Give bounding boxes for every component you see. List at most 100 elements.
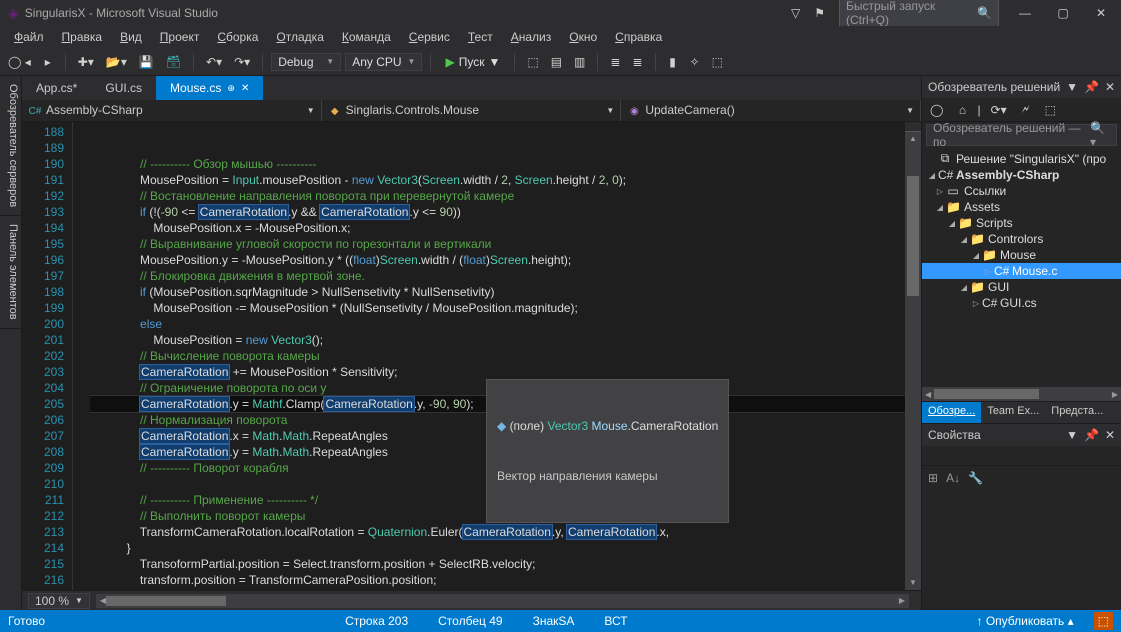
menu-Сборка[interactable]: Сборка — [209, 27, 266, 47]
nav-class[interactable]: ◆Singlaris.Controls.Mouse▼ — [322, 100, 622, 121]
tb-icon-3[interactable]: ▥ — [570, 53, 589, 71]
menu-Вид[interactable]: Вид — [112, 27, 150, 47]
menu-Команда[interactable]: Команда — [334, 27, 399, 47]
tree-item[interactable]: ◢C#Assembly-CSharp — [922, 167, 1121, 183]
flag-icon[interactable]: ⚑ — [814, 6, 825, 20]
nav-member[interactable]: ◉UpdateCamera()▼ — [621, 100, 921, 121]
minimize-button[interactable]: — — [1013, 6, 1037, 20]
home2-icon[interactable]: ⌂ — [953, 101, 971, 119]
pin-icon[interactable]: 📌 — [1084, 80, 1099, 94]
quick-launch-placeholder: Быстрый запуск (Ctrl+Q) — [846, 0, 977, 27]
dropdown-icon[interactable]: ▼ — [1066, 80, 1078, 94]
redo-button[interactable]: ↷▾ — [230, 53, 254, 71]
dropdown-icon[interactable]: ▼ — [1066, 428, 1078, 442]
tree-item[interactable]: ▷C#GUI.cs — [922, 295, 1121, 311]
menu-Анализ[interactable]: Анализ — [503, 27, 560, 47]
pin-icon[interactable]: 📌 — [1084, 428, 1099, 442]
tool-icon[interactable]: 🗲 — [1017, 100, 1035, 119]
pin-icon[interactable]: ⊕ — [227, 83, 235, 94]
tree-item[interactable]: ◢📁GUI — [922, 279, 1121, 295]
nav-fwd-button[interactable]: ▸ — [39, 53, 57, 71]
menu-Правка[interactable]: Правка — [54, 27, 111, 47]
config-combo[interactable]: Debug▼ — [271, 53, 341, 71]
props-icon[interactable]: 🔧 — [968, 471, 983, 485]
properties-toolbar: ⊞ A↓ 🔧 — [922, 466, 1121, 490]
close-button[interactable]: ✕ — [1089, 6, 1113, 20]
run-button[interactable]: ▶Пуск▼ — [439, 53, 506, 71]
properties-panel: Свойства ▼📌✕ ⊞ A↓ 🔧 — [922, 423, 1121, 610]
file-tab[interactable]: Mouse.cs⊕✕ — [156, 76, 263, 100]
tb-icon-2[interactable]: ▤ — [547, 53, 566, 71]
filter-icon[interactable]: ▽ — [791, 6, 800, 20]
scroll-up-arrow[interactable]: ▲ — [905, 132, 921, 146]
tree-item[interactable]: ◢📁Controlors — [922, 231, 1121, 247]
tb-icon-1[interactable]: ⬚ — [523, 53, 542, 71]
open-button[interactable]: 📂▾ — [102, 53, 131, 71]
save-all-button[interactable]: 🗃 — [162, 53, 185, 71]
vertical-scrollbar[interactable]: ▲ ▼ — [905, 122, 921, 590]
tb-icon-6[interactable]: ▮ — [664, 53, 682, 71]
file-tab[interactable]: GUI.cs — [91, 76, 156, 100]
nav-scope[interactable]: C#Assembly-CSharp▼ — [22, 100, 322, 121]
play-icon: ▶ — [445, 55, 454, 69]
search-icon: 🔍▾ — [1090, 121, 1110, 149]
undo-button[interactable]: ↶▾ — [202, 53, 226, 71]
folding-margin[interactable] — [72, 122, 90, 590]
quick-launch-input[interactable]: Быстрый запуск (Ctrl+Q) 🔍 — [839, 0, 999, 29]
menu-Тест[interactable]: Тест — [460, 27, 501, 47]
tb-icon-5[interactable]: ≣ — [628, 53, 646, 71]
close-panel-icon[interactable]: ✕ — [1105, 80, 1115, 94]
publish-button[interactable]: ↑ Опубликовать ▴ — [976, 614, 1073, 628]
close-panel-icon[interactable]: ✕ — [1105, 428, 1115, 442]
solution-tree[interactable]: ⧉Решение "SingularisX" (про◢C#Assembly-C… — [922, 148, 1121, 387]
tb-icon-7[interactable]: ✧ — [686, 53, 704, 71]
source-control-icon[interactable]: ⬚ — [1094, 612, 1113, 630]
scroll-thumb[interactable] — [907, 176, 919, 296]
menu-Окно[interactable]: Окно — [561, 27, 605, 47]
solution-search[interactable]: Обозреватель решений — по 🔍▾ — [926, 124, 1117, 146]
tree-item[interactable]: ◢📁Scripts — [922, 215, 1121, 231]
categorize-icon[interactable]: ⊞ — [928, 471, 938, 485]
csharp-icon: C# — [28, 104, 42, 118]
properties-header: Свойства ▼📌✕ — [922, 424, 1121, 446]
panel-tab[interactable]: Обозре... — [922, 402, 981, 423]
horizontal-scrollbar[interactable]: ◀▶ — [96, 594, 909, 608]
status-bar: Готово Строка 203 Столбец 49 ЗнакSA ВСТ … — [0, 610, 1121, 632]
tb-icon-4[interactable]: ≣ — [606, 53, 624, 71]
menu-Проект[interactable]: Проект — [152, 27, 208, 47]
new-project-button[interactable]: ✚▾ — [74, 53, 98, 71]
tree-item[interactable]: ▷▭Ссылки — [922, 183, 1121, 199]
rail-Панель элементов[interactable]: Панель элементов — [0, 216, 21, 329]
scope-icon[interactable]: ⬚ — [1041, 101, 1060, 119]
maximize-button[interactable]: ▢ — [1051, 6, 1075, 20]
panel-tab[interactable]: Предста... — [1045, 402, 1109, 423]
tree-h-scroll[interactable]: ◀ ▶ — [922, 387, 1121, 401]
home-icon[interactable]: ◯ — [926, 101, 947, 119]
panel-tab[interactable]: Team Ex... — [981, 402, 1045, 423]
menu-Отладка[interactable]: Отладка — [268, 27, 331, 47]
platform-combo[interactable]: Any CPU▼ — [345, 53, 422, 71]
sort-icon[interactable]: A↓ — [946, 471, 960, 485]
status-insert: ВСТ — [604, 614, 627, 628]
split-handle[interactable] — [905, 122, 921, 132]
tree-item[interactable]: ◢📁Assets — [922, 199, 1121, 215]
method-icon: ◉ — [627, 104, 641, 118]
tree-item[interactable]: ◢📁Mouse — [922, 247, 1121, 263]
close-tab-icon[interactable]: ✕ — [241, 83, 249, 94]
tree-item[interactable]: ▷C#Mouse.c — [922, 263, 1121, 279]
rail-Обозреватель серверов[interactable]: Обозреватель серверов — [0, 76, 21, 216]
nav-back-button[interactable]: ◯ ◂ — [4, 53, 35, 71]
save-button[interactable]: 💾 — [135, 53, 158, 71]
code-editor[interactable]: // ---------- Обзор мышью ---------- Mou… — [90, 122, 905, 590]
scroll-down-arrow[interactable]: ▼ — [905, 576, 921, 590]
menu-Файл[interactable]: Файл — [6, 27, 52, 47]
sync-icon[interactable]: ⟳▾ — [987, 101, 1011, 119]
zoom-combo[interactable]: 100 %▼ — [28, 593, 90, 609]
tree-item[interactable]: ⧉Решение "SingularisX" (про — [922, 150, 1121, 167]
file-tab[interactable]: App.cs* — [22, 76, 91, 100]
menu-Сервис[interactable]: Сервис — [401, 27, 458, 47]
code-view: 1881891901911921931941951961971981992002… — [22, 122, 921, 590]
title-bar: ◈ SingularisX - Microsoft Visual Studio … — [0, 0, 1121, 26]
menu-Справка[interactable]: Справка — [607, 27, 670, 47]
tb-icon-8[interactable]: ⬚ — [708, 53, 727, 71]
